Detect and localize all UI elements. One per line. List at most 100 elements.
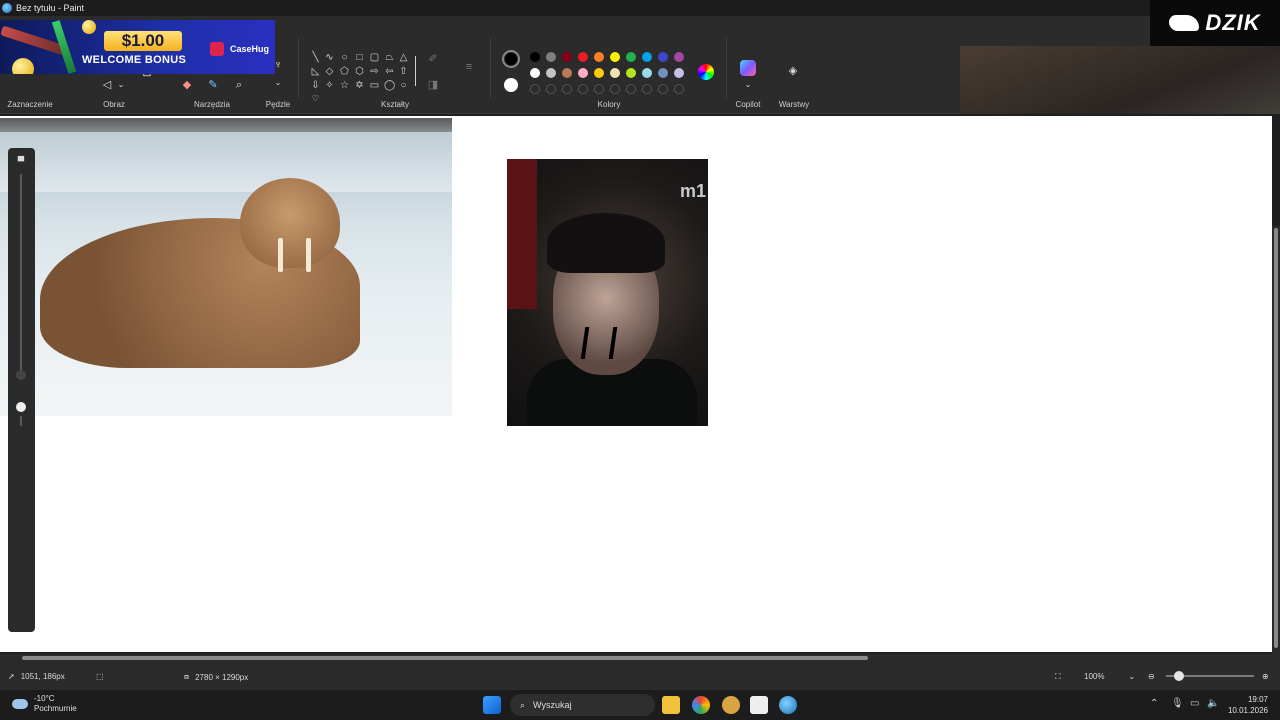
right-triangle-shape-icon[interactable]: ◺ [310, 66, 321, 77]
file-explorer-icon[interactable] [662, 696, 680, 714]
zoom-slider[interactable] [1166, 671, 1254, 681]
rounded-rect-shape-icon[interactable]: ▢ [369, 52, 380, 63]
color-swatch[interactable] [530, 68, 540, 78]
color-swatch[interactable] [658, 68, 668, 78]
arrow-right-shape-icon[interactable]: ⇨ [369, 66, 380, 77]
heart-shape-icon[interactable]: ♡ [310, 93, 321, 104]
copilot-icon[interactable] [740, 60, 756, 76]
color-swatch[interactable] [546, 52, 556, 62]
callout-rect-shape-icon[interactable]: ▭ [369, 80, 380, 91]
zoom-dropdown-icon[interactable]: ⌄ [1128, 672, 1135, 681]
rectangle-shape-icon[interactable]: □ [354, 52, 365, 63]
eraser-icon[interactable]: ◆ [180, 78, 194, 92]
opacity-track[interactable] [20, 416, 22, 426]
edit-colors-icon[interactable] [698, 64, 714, 80]
hexagon-shape-icon[interactable]: ⬡ [354, 66, 365, 77]
fit-to-window-icon[interactable]: ⛶ [1055, 672, 1061, 682]
color-swatch[interactable] [610, 68, 620, 78]
secondary-color-swatch[interactable] [502, 76, 520, 94]
star6-shape-icon[interactable]: ✡ [354, 80, 365, 91]
color-swatch[interactable] [626, 68, 636, 78]
callout-oval-shape-icon[interactable]: ◯ [384, 80, 395, 91]
size-track[interactable] [20, 174, 22, 374]
custom-color-slot[interactable] [674, 84, 684, 94]
horizontal-scrollbar[interactable] [0, 654, 1280, 662]
color-swatch[interactable] [674, 52, 684, 62]
oval-shape-icon[interactable]: ○ [339, 52, 350, 63]
color-swatch[interactable] [530, 52, 540, 62]
zoom-value[interactable]: 100% [1084, 672, 1104, 681]
custom-color-slot[interactable] [610, 84, 620, 94]
color-picker-icon[interactable]: ✎ [206, 78, 220, 92]
windows-start-icon[interactable] [483, 696, 501, 714]
chrome-icon[interactable] [692, 696, 710, 714]
curve-shape-icon[interactable]: ∿ [324, 52, 335, 63]
pentagon-shape-icon[interactable]: ⬠ [339, 66, 350, 77]
custom-color-slot[interactable] [530, 84, 540, 94]
magnifier-icon[interactable]: ⌕ [232, 78, 246, 92]
custom-color-slot[interactable] [658, 84, 668, 94]
drawing-canvas[interactable]: m1 ▀ [0, 116, 1272, 652]
color-swatch[interactable] [626, 52, 636, 62]
color-swatch[interactable] [546, 68, 556, 78]
color-swatch[interactable] [642, 68, 652, 78]
color-swatch[interactable] [674, 68, 684, 78]
custom-color-slot[interactable] [642, 84, 652, 94]
line-shape-icon[interactable]: ╲ [310, 52, 321, 63]
microphone-icon[interactable]: 🎙 [1171, 698, 1184, 709]
arrow-up-shape-icon[interactable]: ⇧ [398, 66, 409, 77]
paint-taskbar-icon[interactable] [779, 696, 797, 714]
line-width-icon[interactable]: ≡ [462, 60, 476, 74]
custom-color-slot[interactable] [594, 84, 604, 94]
tray-chevron-icon[interactable]: ⌃ [1150, 698, 1158, 709]
star5-shape-icon[interactable]: ☆ [339, 80, 350, 91]
custom-color-slot[interactable] [562, 84, 572, 94]
color-swatch[interactable] [610, 52, 620, 62]
size-knob[interactable] [16, 370, 26, 380]
callout-cloud-shape-icon[interactable]: ○ [398, 80, 409, 91]
primary-color-swatch[interactable] [502, 50, 520, 68]
custom-color-slot[interactable] [578, 84, 588, 94]
network-icon[interactable]: ▭ [1190, 698, 1199, 709]
opacity-icon[interactable] [16, 402, 26, 412]
chevron-down-icon[interactable]: ⌄ [114, 78, 128, 92]
person-photo[interactable]: m1 [507, 159, 708, 426]
outline-icon[interactable]: ✐ [426, 52, 440, 66]
layers-icon[interactable]: ◈ [786, 64, 800, 78]
ad-banner[interactable]: $1.00 WELCOME BONUS CaseHug [0, 20, 275, 74]
color-swatch[interactable] [578, 68, 588, 78]
color-swatch[interactable] [562, 52, 572, 62]
arrow-left-shape-icon[interactable]: ⇦ [384, 66, 395, 77]
color-swatch[interactable] [658, 52, 668, 62]
brush-dropdown-icon[interactable]: ⌄ [271, 76, 285, 90]
copilot-dropdown-icon[interactable]: ⌄ [741, 78, 755, 92]
taskbar-search[interactable]: ⌕ Wyszukaj [510, 694, 655, 716]
rotate-icon[interactable]: ◁ [100, 78, 114, 92]
color-swatch[interactable] [594, 52, 604, 62]
polygon-shape-icon[interactable]: ⏢ [384, 52, 395, 63]
triangle-shape-icon[interactable]: △ [398, 52, 409, 63]
scroll-thumb[interactable] [22, 656, 868, 660]
app-icon[interactable] [722, 696, 740, 714]
color-swatch[interactable] [642, 52, 652, 62]
custom-color-slot[interactable] [546, 84, 556, 94]
weather-widget[interactable]: -10°C Pochmurnie [12, 694, 77, 714]
color-swatch[interactable] [594, 68, 604, 78]
zoom-slider-knob[interactable] [1173, 671, 1184, 681]
custom-color-slot[interactable] [626, 84, 636, 94]
diamond-shape-icon[interactable]: ◇ [324, 66, 335, 77]
app-icon[interactable] [750, 696, 768, 714]
color-swatch[interactable] [562, 68, 572, 78]
clock[interactable]: 19:07 10.01.2026 [1228, 694, 1268, 716]
walrus-image[interactable] [0, 118, 452, 416]
volume-icon[interactable]: 🔈 [1207, 698, 1219, 709]
zoom-in-icon[interactable]: ⊕ [1262, 672, 1269, 681]
side-zoom-rail[interactable]: ▀ [8, 148, 35, 632]
vertical-scrollbar[interactable] [1272, 226, 1280, 654]
color-swatch[interactable] [578, 52, 588, 62]
arrow-down-shape-icon[interactable]: ⇩ [310, 80, 321, 91]
fill-icon[interactable]: ◨ [426, 78, 440, 92]
star4-shape-icon[interactable]: ✧ [324, 80, 335, 91]
scroll-thumb[interactable] [1274, 228, 1278, 648]
zoom-out-icon[interactable]: ⊖ [1148, 672, 1155, 681]
